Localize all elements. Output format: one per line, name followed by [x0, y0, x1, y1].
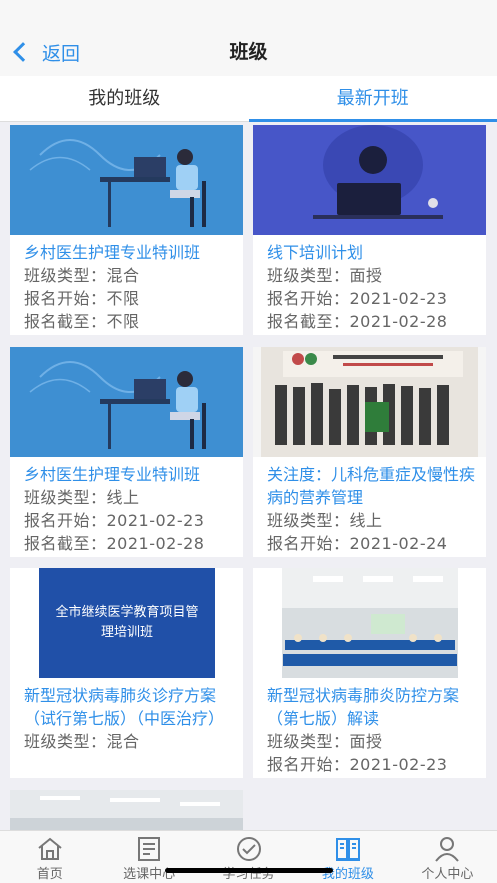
- class-icon: [335, 838, 360, 861]
- class-thumbnail: [10, 347, 243, 457]
- bottom-tab-bar: 首页 选课中心 学习任务 我的班级 个人中心: [0, 830, 497, 883]
- enroll-start: 报名开始：2021-02-23: [24, 511, 205, 530]
- tabbar-label: 个人中心: [421, 867, 474, 882]
- class-card[interactable]: [10, 790, 243, 830]
- class-title: 线下培训计划: [267, 243, 364, 262]
- person-icon: [435, 837, 460, 862]
- tab-latest-classes[interactable]: 最新开班: [248, 76, 497, 122]
- class-title: 关注度：儿科危重症及慢性疾病的营养管理: [267, 465, 476, 507]
- page-title: 班级: [229, 41, 268, 63]
- class-card[interactable]: 关注度：儿科危重症及慢性疾病的营养管理 班级类型：线上 报名开始：2021-02…: [253, 347, 486, 557]
- class-card[interactable]: 线下培训计划 班级类型：面授 报名开始：2021-02-23 报名截至：2021…: [253, 125, 486, 335]
- banner-text: 全市继续医学教育项目管理培训班: [55, 605, 199, 640]
- class-thumbnail: 全市继续医学教育项目管理培训班: [10, 568, 243, 678]
- course-list-icon: [138, 837, 161, 861]
- tabbar-course-center[interactable]: 选课中心: [99, 831, 198, 883]
- tabbar-home[interactable]: 首页: [0, 831, 99, 883]
- class-thumbnail: [10, 125, 243, 235]
- class-thumbnail: [10, 790, 243, 830]
- class-type: 班级类型：面授: [267, 732, 383, 751]
- tabbar-my-classes[interactable]: 我的班级: [298, 831, 397, 883]
- tab-my-classes[interactable]: 我的班级: [0, 76, 249, 121]
- enroll-end: 报名截至：2021-02-28: [24, 534, 205, 553]
- class-title: 新型冠状病毒肺炎防控方案（第七版）解读: [267, 686, 460, 728]
- home-indicator: [165, 868, 333, 873]
- class-type: 班级类型：线上: [24, 488, 140, 507]
- class-type: 班级类型：混合: [24, 732, 140, 751]
- class-thumbnail: [253, 125, 486, 235]
- class-title: 新型冠状病毒肺炎诊疗方案（试行第七版）（中医治疗）: [24, 686, 225, 728]
- check-circle-icon: [236, 837, 261, 861]
- class-title: 乡村医生护理专业特训班: [24, 465, 201, 484]
- enroll-end: 报名截至：2021-02-28: [267, 312, 448, 331]
- enroll-start: 报名开始：2021-02-23: [267, 289, 448, 308]
- tabbar-label: 首页: [36, 867, 63, 882]
- enroll-start: 报名开始：2021-02-23: [267, 755, 448, 774]
- class-card[interactable]: 乡村医生护理专业特训班 班级类型：混合 报名开始：不限 报名截至：不限: [10, 125, 243, 335]
- class-type: 班级类型：面授: [267, 266, 383, 285]
- class-grid: 乡村医生护理专业特训班 班级类型：混合 报名开始：不限 报名截至：不限 线下培训…: [0, 122, 497, 830]
- tab-bar-top: 我的班级 最新开班: [0, 76, 497, 122]
- class-type: 班级类型：混合: [24, 266, 140, 285]
- class-thumbnail: [253, 347, 486, 457]
- tabbar-study-tasks[interactable]: 学习任务: [199, 831, 298, 883]
- enroll-start: 报名开始：不限: [24, 289, 140, 308]
- class-title: 乡村医生护理专业特训班: [24, 243, 201, 262]
- class-thumbnail: [253, 568, 486, 678]
- class-card[interactable]: 乡村医生护理专业特训班 班级类型：线上 报名开始：2021-02-23 报名截至…: [10, 347, 243, 557]
- tabbar-profile[interactable]: 个人中心: [398, 831, 497, 883]
- home-icon: [38, 837, 62, 860]
- class-type: 班级类型：线上: [267, 511, 383, 530]
- enroll-start: 报名开始：2021-02-24: [267, 534, 448, 553]
- nav-bar: 返回 班级: [0, 0, 497, 76]
- class-card[interactable]: 全市继续医学教育项目管理培训班 新型冠状病毒肺炎诊疗方案（试行第七版）（中医治疗…: [10, 568, 243, 778]
- enroll-end: 报名截至：不限: [24, 312, 140, 331]
- class-card[interactable]: 新型冠状病毒肺炎防控方案（第七版）解读 班级类型：面授 报名开始：2021-02…: [253, 568, 486, 778]
